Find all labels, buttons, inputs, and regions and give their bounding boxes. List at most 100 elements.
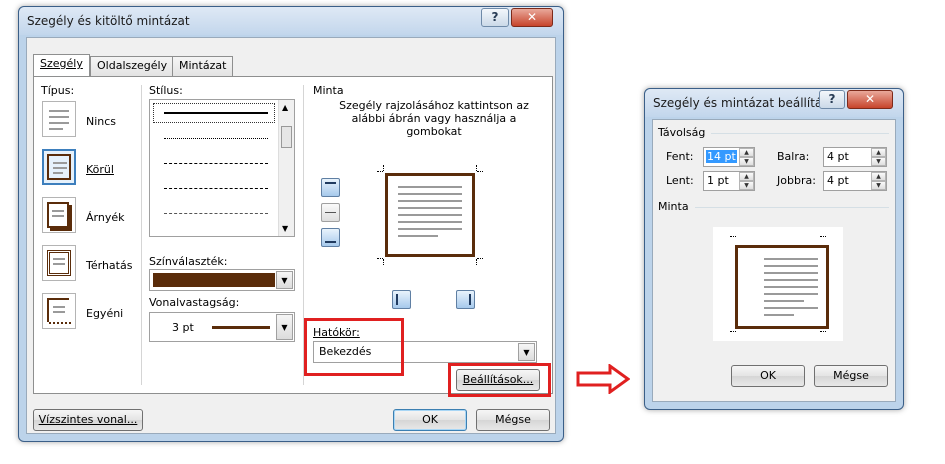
- left-border-icon: [396, 294, 398, 305]
- left-label: Balra:: [777, 150, 810, 163]
- type-none-label: Nincs: [86, 115, 117, 128]
- options-close-button[interactable]: ✕: [847, 90, 893, 109]
- tab-shading[interactable]: Mintázat: [172, 56, 234, 76]
- main-dialog-title: Szegély és kitöltő mintázat: [27, 14, 190, 28]
- color-label: Színválaszték:: [149, 255, 228, 268]
- left-border-button[interactable]: [392, 290, 411, 309]
- top-label: Fent:: [666, 150, 694, 163]
- main-titlebar[interactable]: Szegély és kitöltő mintázat ? ✕: [19, 7, 563, 35]
- options-titlebar[interactable]: Szegély és mintázat beállításai ? ✕: [645, 89, 903, 117]
- type-custom-icon: [42, 293, 76, 329]
- options-preview-area: [713, 227, 843, 341]
- tab-strip: Szegély Oldalszegély Mintázat: [33, 54, 553, 78]
- style-line-dashed-small[interactable]: [164, 163, 268, 164]
- top-spinner[interactable]: 14 pt ▲ ▼: [703, 147, 755, 167]
- tab-panel: Típus: Nincs Körül Árnyék Térhatás Egyén…: [33, 76, 553, 394]
- scroll-thumb[interactable]: [281, 126, 292, 148]
- right-arrow-icon: [576, 364, 630, 394]
- inside-border-button[interactable]: [321, 203, 340, 222]
- left-value: 4 pt: [827, 150, 849, 163]
- right-border-icon: [469, 294, 471, 305]
- right-spinner[interactable]: 4 pt ▲ ▼: [823, 171, 887, 191]
- type-shadow-icon: [42, 197, 76, 233]
- tab-page-border[interactable]: Oldalszegély: [90, 56, 175, 76]
- options-dialog-title: Szegély és mintázat beállításai: [653, 96, 840, 110]
- bottom-up-arrow-icon[interactable]: ▲: [739, 172, 754, 181]
- bottom-label: Lent:: [666, 174, 694, 187]
- left-up-arrow-icon[interactable]: ▲: [871, 148, 886, 157]
- close-icon: ✕: [526, 10, 538, 24]
- style-line-dashed[interactable]: [164, 188, 268, 189]
- tab-border[interactable]: Szegély: [33, 54, 90, 76]
- main-help-button[interactable]: ?: [481, 8, 509, 27]
- left-down-arrow-icon[interactable]: ▼: [871, 157, 886, 166]
- type-none-icon: [42, 101, 76, 137]
- preview-group-line: [695, 207, 889, 208]
- help-icon: ?: [828, 92, 836, 106]
- type-style-divider: [141, 85, 142, 385]
- main-close-button[interactable]: ✕: [511, 8, 553, 27]
- style-label: Stílus:: [149, 84, 183, 97]
- options-client-area: Távolság Fent: 14 pt ▲ ▼ Balra: 4 pt ▲ ▼…: [652, 119, 896, 402]
- right-up-arrow-icon[interactable]: ▲: [871, 172, 886, 181]
- bottom-down-arrow-icon[interactable]: ▼: [739, 181, 754, 190]
- top-value: 14 pt: [706, 150, 737, 163]
- options-ok-button[interactable]: OK: [731, 365, 805, 387]
- scope-highlight-box: [304, 318, 404, 376]
- top-border-button[interactable]: [321, 178, 340, 197]
- width-sample-line: [212, 326, 270, 329]
- border-options-dialog: Szegély és mintázat beállításai ? ✕ Távo…: [644, 88, 904, 410]
- preview-border-box: [385, 173, 475, 257]
- right-label: Jobbra:: [777, 174, 816, 187]
- width-value: 3 pt: [172, 321, 194, 334]
- left-spinner[interactable]: 4 pt ▲ ▼: [823, 147, 887, 167]
- inside-border-icon: [325, 212, 336, 213]
- distance-label: Távolság: [658, 126, 706, 139]
- main-cancel-button[interactable]: Mégse: [476, 409, 550, 431]
- type-box-label: Körül: [86, 163, 114, 176]
- type-shadow-label: Árnyék: [86, 211, 125, 224]
- scroll-down-arrow-icon[interactable]: ▼: [282, 224, 288, 233]
- bottom-border-button[interactable]: [321, 228, 340, 247]
- preview-label: Minta: [313, 84, 344, 97]
- distance-group-line: [711, 133, 889, 134]
- width-dropdown-icon[interactable]: ▼: [276, 314, 293, 340]
- color-swatch: [153, 273, 275, 287]
- settings-highlight-box: [448, 363, 551, 397]
- style-line-dash-dot[interactable]: [164, 213, 268, 214]
- options-cancel-button[interactable]: Mégse: [814, 365, 888, 387]
- close-icon: ✕: [864, 92, 876, 106]
- scope-dropdown-icon[interactable]: ▼: [518, 343, 535, 361]
- type-custom-label: Egyéni: [86, 307, 124, 320]
- preview-area[interactable]: [377, 165, 483, 265]
- top-down-arrow-icon[interactable]: ▼: [739, 157, 754, 166]
- main-ok-button[interactable]: OK: [393, 409, 467, 431]
- type-3d-icon: [42, 245, 76, 281]
- options-preview-label: Minta: [658, 200, 689, 213]
- type-label: Típus:: [41, 84, 75, 97]
- help-icon: ?: [491, 10, 499, 24]
- color-picker[interactable]: ▼: [149, 269, 295, 291]
- bottom-value: 1 pt: [707, 174, 729, 187]
- top-border-icon: [325, 182, 336, 184]
- type-box-icon: [42, 149, 76, 185]
- bottom-border-icon: [325, 241, 336, 243]
- horizontal-line-button[interactable]: Vízszintes vonal...: [33, 409, 143, 431]
- options-preview-border-box: [735, 245, 829, 329]
- style-listbox[interactable]: ▲ ▼: [149, 99, 295, 237]
- width-combobox[interactable]: 3 pt ▼: [149, 312, 295, 342]
- options-help-button[interactable]: ?: [819, 90, 845, 109]
- width-label: Vonalvastagság:: [149, 296, 240, 309]
- style-line-dotted[interactable]: [164, 138, 268, 139]
- style-scrollbar[interactable]: ▲ ▼: [278, 100, 294, 236]
- color-dropdown-icon[interactable]: ▼: [276, 271, 293, 289]
- style-line-solid: [164, 112, 268, 114]
- right-down-arrow-icon[interactable]: ▼: [871, 181, 886, 190]
- preview-hint: Szegély rajzolásához kattintson az alább…: [339, 99, 529, 138]
- top-up-arrow-icon[interactable]: ▲: [739, 148, 754, 157]
- bottom-spinner[interactable]: 1 pt ▲ ▼: [703, 171, 755, 191]
- scroll-up-arrow-icon[interactable]: ▲: [282, 103, 288, 112]
- type-3d-label: Térhatás: [86, 259, 133, 272]
- right-border-button[interactable]: [456, 290, 475, 309]
- right-value: 4 pt: [827, 174, 849, 187]
